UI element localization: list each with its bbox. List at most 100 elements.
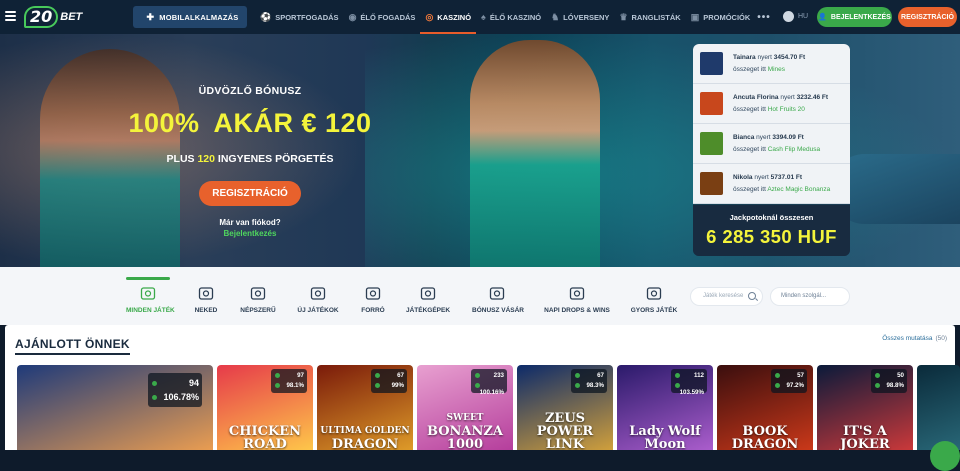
provider-select[interactable]: Minden szolgál... (770, 287, 850, 306)
players-count: 50 (897, 372, 904, 379)
spins-prefix: PLUS (166, 153, 195, 165)
show-all-link[interactable]: Összes mutatása (50) (882, 335, 947, 342)
game-thumbnail (700, 132, 723, 155)
nav-item-0[interactable]: ⚽ SPORTFOGADÁS (255, 0, 344, 34)
language-label: HU (798, 13, 809, 20)
game-tile[interactable]: 57 97.2% BOOK DRAGON (717, 365, 813, 450)
category-label: GYORS JÁTÉK (630, 307, 678, 314)
rtp-value: 97.2% (786, 382, 804, 389)
rtp-value: 103.59% (679, 389, 704, 396)
category-tab-4[interactable]: FORRÓ (355, 267, 391, 325)
winner-amount: 3454.70 Ft (773, 54, 806, 61)
game-title-main: BONANZA 1000 (427, 424, 503, 450)
hero-have-account-text: Már van fiókod? (219, 218, 281, 227)
rtp-stat: 98.1% (275, 382, 304, 389)
winner-game-link[interactable]: Mines (768, 66, 785, 73)
category-tab-2[interactable]: NÉPSZERŰ (237, 267, 279, 325)
category-tab-8[interactable]: GYORS JÁTÉK (630, 267, 678, 325)
game-tile[interactable]: 50 98.8% IT'S A JOKER (817, 365, 913, 450)
nav-item-label: PROMÓCIÓK (703, 12, 751, 22)
winner-game-line: összeget itt Hot Fruits 20 (733, 106, 805, 113)
game-tile[interactable]: 112 103.59% Lady Wolf Moon (617, 365, 713, 450)
rtp-stat: 106.78% (152, 392, 199, 402)
players-stat: 50 (875, 372, 904, 379)
nav-item-4[interactable]: ♞ LÓVERSENY (546, 0, 614, 34)
winner-game-link[interactable]: Aztec Magic Bonanza (767, 186, 830, 193)
language-selector[interactable]: HU (783, 11, 808, 22)
bonus-bag-icon (489, 285, 506, 302)
nav-item-label: SPORTFOGADÁS (275, 12, 339, 22)
game-tile[interactable]: 67 99% ULTIMA GOLDEN DRAGON (317, 365, 413, 450)
game-search-input[interactable]: Játék keresése (690, 287, 763, 306)
provider-placeholder: Minden szolgál... (781, 293, 827, 299)
winner-row[interactable]: Ancuta Florina nyert 3232.46 Ft összeget … (693, 84, 850, 124)
game-tile[interactable]: 233 100.16% SWEET BONANZA 1000 (417, 365, 513, 450)
game-tile[interactable]: 97 98.1% CHICKEN ROAD (217, 365, 313, 450)
winner-row[interactable]: Tainara nyert 3454.70 Ft összeget itt Min… (693, 44, 850, 84)
hero-woman-illustration (470, 40, 600, 267)
players-count: 112 (694, 372, 704, 379)
register-button[interactable]: REGISZTRÁCIÓ (898, 7, 957, 27)
nav-item-2[interactable]: ◎ KASZINÓ (420, 0, 476, 34)
category-label: FORRÓ (361, 307, 385, 314)
category-tab-7[interactable]: NAPI DROPS & WINS (544, 267, 610, 325)
category-label: JÁTÉKGÉPEK (405, 307, 451, 314)
gift-icon: ▣ (690, 11, 700, 22)
game-title-main: CHICKEN ROAD (228, 424, 302, 450)
chat-support-button[interactable] (930, 441, 960, 471)
game-tile[interactable]: 67 98.3% ZEUS POWER LINK (517, 365, 613, 450)
winner-game-link[interactable]: Hot Fruits 20 (768, 106, 805, 113)
category-tab-3[interactable]: ÚJ JÁTÉKOK (297, 267, 339, 325)
players-count: 97 (297, 372, 304, 379)
top-navigation-bar: 20 BET ✚ MOBILALKALMAZÁS ⚽ SPORTFOGADÁS ◉ É… (0, 0, 960, 34)
jackpot-total[interactable]: Jackpotoknál összesen 6 285 350 HUF (693, 205, 850, 256)
show-all-count: (50) (935, 335, 947, 342)
game-tile[interactable]: 94 106.78% (17, 365, 213, 450)
nav-item-1[interactable]: ◉ ÉLŐ FOGADÁS (344, 0, 421, 34)
game-tile-partial[interactable] (917, 365, 960, 450)
players-count: 94 (188, 378, 199, 388)
nav-item-3[interactable]: ♠ ÉLŐ KASZINÓ (476, 0, 546, 34)
winner-name: Nikola (733, 174, 753, 181)
winner-amount: 3232.46 Ft (796, 94, 829, 101)
nav-item-6[interactable]: ▣ PROMÓCIÓK (686, 0, 756, 34)
hero-promo: ÜDVÖZLŐ BÓNUSZ 100% AKÁR € 120 PLUS 120 I… (105, 79, 395, 238)
mobile-app-label: MOBILALKALMAZÁS (159, 12, 239, 22)
rtp-value: 100.16% (479, 389, 504, 396)
menu-icon[interactable] (5, 11, 16, 21)
winner-game-link[interactable]: Cash Flip Medusa (768, 146, 820, 153)
winner-row[interactable]: Nikola nyert 5737.01 Ft összeget itt Azte… (693, 164, 850, 204)
logo-number: 20 (24, 6, 59, 28)
game-title: IT'S A JOKER (817, 425, 913, 450)
winner-row[interactable]: Bianca nyert 3394.09 Ft összeget itt Cash… (693, 124, 850, 164)
game-thumbnail (700, 92, 723, 115)
nav-item-label: LÓVERSENY (563, 12, 610, 22)
rtp-value: 99% (391, 382, 404, 389)
mobile-app-button[interactable]: ✚ MOBILALKALMAZÁS (133, 6, 247, 28)
hero-banner[interactable]: ÜDVÖZLŐ BÓNUSZ 100% AKÁR € 120 PLUS 120 I… (0, 34, 960, 267)
hero-percent: 100% (128, 108, 200, 138)
brand-logo[interactable]: 20 BET (24, 5, 82, 29)
nav-item-label: KASZINÓ (437, 12, 472, 22)
hero-login-link[interactable]: Bejelentkezés (105, 229, 395, 238)
login-button[interactable]: 👤 BEJELENTKEZÉS (817, 7, 892, 27)
category-tab-1[interactable]: NEKED (189, 267, 223, 325)
players-stat: 233 (475, 372, 504, 379)
game-title-main: IT'S A JOKER (840, 424, 890, 450)
hero-register-button[interactable]: REGISZTRÁCIÓ (199, 181, 301, 206)
game-title-main: ZEUS POWER LINK (536, 411, 594, 450)
game-stats-badge: 97 98.1% (271, 369, 307, 393)
soccer-ball-icon: ⚽ (260, 11, 272, 22)
category-tab-0[interactable]: MINDEN JÁTÉK (126, 267, 175, 325)
more-menu-icon[interactable]: ••• (755, 0, 776, 34)
rtp-stat: 100.16% (475, 382, 504, 396)
search-icon[interactable] (748, 292, 756, 300)
nav-item-5[interactable]: ♛ RANGLISTÁK (614, 0, 685, 34)
main-nav: ⚽ SPORTFOGADÁS ◉ ÉLŐ FOGADÁS ◎ KASZINÓ ♠ ÉLŐ KA… (255, 0, 776, 34)
category-tab-5[interactable]: JÁTÉKGÉPEK (404, 267, 452, 325)
winner-line: Tainara nyert 3454.70 Ft (733, 54, 805, 61)
casino-chip-icon: ◎ (425, 11, 434, 22)
category-tab-6[interactable]: BÓNUSZ VÁSÁR (472, 267, 524, 325)
featured-title: AJÁNLOTT ÖNNEK (15, 337, 130, 355)
players-count: 67 (597, 372, 604, 379)
